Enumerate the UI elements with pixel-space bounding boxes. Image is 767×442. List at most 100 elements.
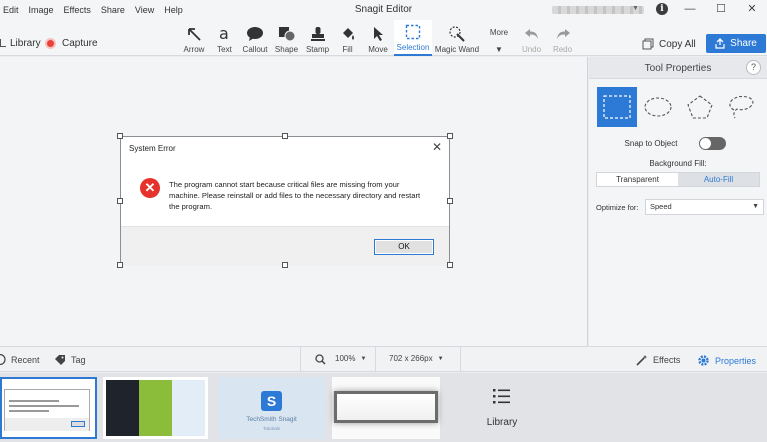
resize-handle-bottom-left[interactable]: [117, 262, 123, 268]
info-icon[interactable]: i: [656, 3, 668, 15]
ellipse-select-icon: [644, 97, 672, 117]
background-fill-autofill-option[interactable]: Auto-Fill: [678, 173, 759, 186]
zoom-value: 100%: [335, 354, 356, 363]
menu-edit[interactable]: Edit: [0, 3, 24, 17]
close-button[interactable]: ✕: [742, 2, 762, 16]
chevron-down-icon: ▼: [752, 203, 759, 210]
tool-more[interactable]: More ▼: [482, 20, 516, 56]
help-button[interactable]: ?: [746, 60, 761, 75]
more-chevron-down-icon: More: [490, 20, 508, 45]
capture-button[interactable]: Capture: [45, 36, 98, 50]
tool-move[interactable]: Move: [362, 20, 394, 56]
resize-handle-top[interactable]: [282, 133, 288, 139]
menu-view[interactable]: View: [130, 3, 159, 17]
captured-image[interactable]: System Error ✕ ✕ The program cannot star…: [120, 136, 450, 266]
tool-fill[interactable]: Fill: [333, 20, 362, 56]
effects-wand-icon: [636, 355, 647, 366]
minimize-button[interactable]: —: [680, 2, 700, 16]
copy-all-button[interactable]: Copy All: [642, 36, 696, 52]
maximize-button[interactable]: ☐: [711, 2, 731, 16]
lasso-select-icon: [729, 95, 754, 119]
menu-effects[interactable]: Effects: [59, 3, 96, 17]
tool-callout[interactable]: Callout: [239, 20, 271, 56]
tool-magic-wand[interactable]: Magic Wand: [432, 20, 482, 56]
library-label: Library: [10, 37, 41, 49]
tray-library-button[interactable]: Library: [460, 387, 544, 428]
error-icon: ✕: [140, 178, 160, 198]
tool-undo[interactable]: Undo: [516, 20, 547, 56]
panel-title: Tool Properties: [644, 63, 712, 74]
share-button[interactable]: Share: [706, 34, 766, 53]
tag-button[interactable]: Tag: [54, 354, 86, 365]
text-icon: a: [217, 23, 233, 45]
zoom-select[interactable]: 100% ▼: [335, 354, 366, 363]
resize-handle-left[interactable]: [117, 198, 123, 204]
tool-selection[interactable]: Selection: [394, 20, 432, 56]
tray-item-color-palette[interactable]: [103, 377, 208, 439]
menu-image[interactable]: Image: [24, 3, 59, 17]
chevron-down-icon: ▼: [495, 45, 503, 54]
background-fill-transparent-option[interactable]: Transparent: [597, 173, 678, 186]
account-name-blurred[interactable]: [552, 6, 644, 14]
optimize-for-value: Speed: [650, 202, 672, 211]
tray-library-label: Library: [486, 417, 518, 428]
resize-handle-bottom-right[interactable]: [447, 262, 453, 268]
background-fill-segmented: Transparent Auto-Fill: [596, 172, 760, 187]
selection-freehand-option[interactable]: [721, 87, 761, 127]
recent-button[interactable]: Recent: [0, 354, 40, 365]
status-divider: [375, 347, 376, 371]
gray-frame-preview: [334, 391, 438, 423]
selection-rectangle-option[interactable]: [597, 87, 637, 127]
error-message: The program cannot start because critica…: [169, 180, 421, 211]
palette-swatch-green: [139, 380, 172, 436]
tool-undo-label: Undo: [521, 45, 542, 54]
zoom-search-icon[interactable]: [315, 354, 326, 365]
tool-redo[interactable]: Redo: [547, 20, 578, 56]
account-chevron-down-icon[interactable]: ▼: [632, 5, 639, 12]
menu-help[interactable]: Help: [159, 3, 188, 17]
rectangle-select-icon: [603, 95, 631, 119]
panel-header: Tool Properties ?: [589, 57, 767, 79]
resize-handle-top-right[interactable]: [447, 133, 453, 139]
selection-polygon-option[interactable]: [680, 87, 720, 127]
toolbar: Arrow a Text Callout Shape Stamp Fill Mo…: [178, 20, 578, 56]
tool-shape[interactable]: Shape: [271, 20, 302, 56]
properties-button[interactable]: Properties: [697, 354, 756, 367]
toggle-knob: [700, 138, 711, 149]
tool-stamp[interactable]: Stamp: [302, 20, 333, 56]
dimensions-select[interactable]: 702 x 266px ▼: [389, 354, 444, 363]
fill-icon: [340, 23, 356, 45]
tray-item-gray-frame[interactable]: [332, 377, 440, 439]
library-button[interactable]: Library: [0, 36, 41, 50]
effects-button[interactable]: Effects: [636, 354, 680, 366]
copy-icon: [642, 38, 654, 50]
palette-swatch-light: [172, 380, 205, 436]
snap-to-object-toggle[interactable]: [699, 137, 726, 150]
resize-handle-right[interactable]: [447, 198, 453, 204]
dialog-ok-button: OK: [374, 239, 434, 255]
stamp-icon: [310, 23, 326, 45]
undo-icon: [523, 23, 541, 45]
tool-text[interactable]: a Text: [210, 20, 239, 56]
arrow-icon: [186, 23, 202, 45]
copy-all-label: Copy All: [659, 38, 696, 50]
palette-swatch-dark: [106, 380, 139, 436]
selection-ellipse-option[interactable]: [638, 87, 678, 127]
tray-item-techsmith-snagit[interactable]: S TechSmith Snagit Tutorials: [218, 377, 325, 439]
resize-handle-bottom[interactable]: [282, 262, 288, 268]
menu-share[interactable]: Share: [96, 3, 130, 17]
resize-handle-top-left[interactable]: [117, 133, 123, 139]
menu-bar: Edit Image Effects Share View Help: [0, 3, 188, 17]
thumb-dialog-preview: [4, 389, 90, 431]
optimize-for-select[interactable]: Speed ▼: [645, 199, 764, 215]
clock-icon: [0, 354, 6, 365]
tool-arrow[interactable]: Arrow: [178, 20, 210, 56]
capture-record-icon: [45, 37, 56, 49]
callout-icon: [246, 23, 264, 45]
library-list-icon: [493, 389, 510, 404]
tool-selection-label: Selection: [396, 43, 430, 52]
svg-text:a: a: [219, 25, 229, 43]
tray-item-subtitle: Tutorials: [262, 426, 281, 431]
tray-item-system-error[interactable]: [0, 377, 97, 439]
editor-canvas[interactable]: System Error ✕ ✕ The program cannot star…: [0, 57, 588, 346]
